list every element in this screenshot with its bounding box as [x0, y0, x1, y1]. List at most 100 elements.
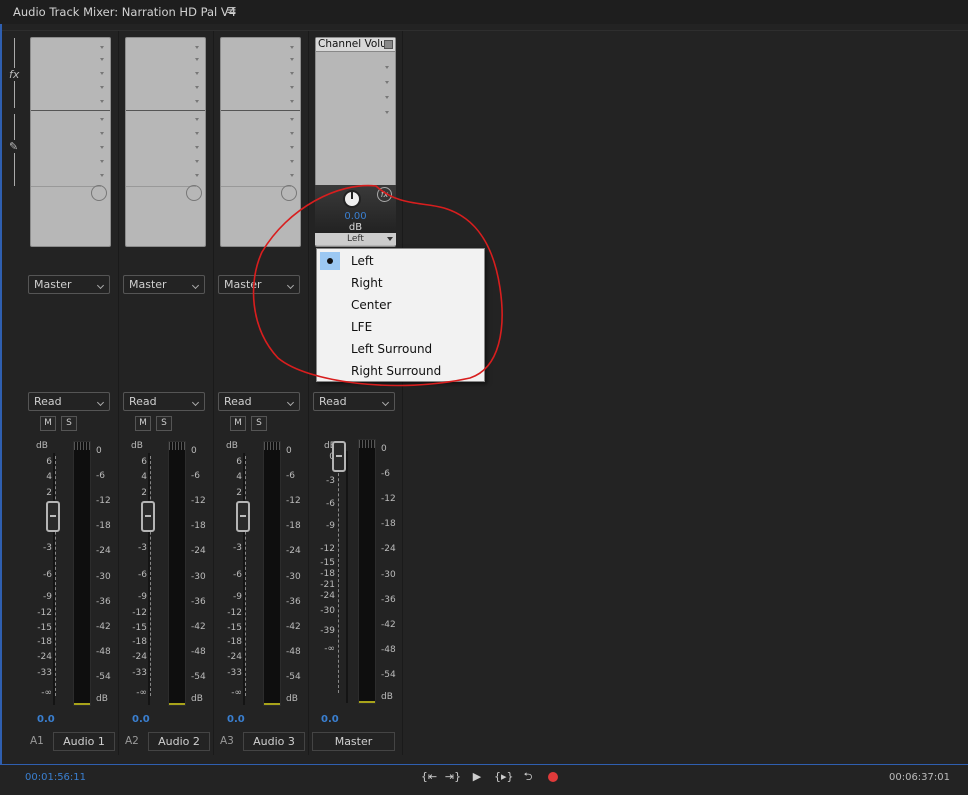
go-to-out-icon[interactable]: ⇥} — [444, 768, 462, 786]
fader-ticks — [338, 453, 342, 693]
meter-scale-label: -36 — [381, 595, 396, 605]
menu-item-right-surround[interactable]: Right Surround — [317, 360, 484, 382]
scale-label: 2 — [46, 488, 52, 498]
automation-dropdown[interactable]: Read — [218, 392, 300, 411]
scale-label: -9 — [43, 592, 52, 602]
send-knob-icon[interactable] — [186, 185, 202, 201]
track-name-label[interactable]: Audio 1 — [53, 732, 115, 751]
meter-scale-label: -48 — [96, 647, 111, 657]
output-dropdown[interactable]: Master — [123, 275, 205, 294]
volume-value[interactable]: 0.0 — [227, 714, 245, 725]
output-dropdown[interactable]: Master — [218, 275, 300, 294]
effects-sends-rack[interactable] — [220, 37, 301, 247]
meter-scale-label: -12 — [96, 496, 111, 506]
meter-scale-label: -24 — [381, 544, 396, 554]
scale-label: 4 — [141, 472, 147, 482]
selected-bullet-icon — [320, 252, 340, 270]
track-name-label[interactable]: Audio 2 — [148, 732, 210, 751]
track-strip: Master Read MSdB 6 4 2 0 -3 -6 -9 -12 -15 -18 -24 -33 -… — [24, 31, 119, 755]
level-meter — [263, 441, 281, 706]
play-in-to-out-icon[interactable]: {▸} — [494, 768, 514, 786]
effects-sends-rack[interactable] — [30, 37, 111, 247]
volume-fader-handle[interactable] — [46, 501, 60, 532]
scale-label: -24 — [320, 591, 335, 601]
scale-header: dB — [226, 441, 238, 451]
pan-channel-dropdown[interactable]: Left — [315, 233, 396, 245]
master-fader-track[interactable] — [346, 451, 348, 703]
panel-focus-border — [0, 24, 2, 764]
scale-label: -15 — [37, 623, 52, 633]
scale-header: dB — [36, 441, 48, 451]
menu-item-lfe[interactable]: LFE — [317, 316, 484, 338]
track-name-label[interactable]: Audio 3 — [243, 732, 305, 751]
automation-dropdown[interactable]: Read — [123, 392, 205, 411]
menu-item-center[interactable]: Center — [317, 294, 484, 316]
master-automation-dropdown[interactable]: Read — [313, 392, 395, 411]
solo-button[interactable]: S — [61, 416, 77, 431]
volume-value[interactable]: 0.0 — [37, 714, 55, 725]
scale-label: -39 — [320, 626, 335, 636]
record-icon[interactable] — [548, 772, 558, 782]
master-level-meter — [358, 439, 376, 704]
track-strip: Master Read MSdB 6 4 2 0 -3 -6 -9 -12 -15 -18 -24 -33 -… — [119, 31, 214, 755]
play-icon[interactable]: ▶ — [468, 768, 486, 786]
meter-scale-label: -30 — [191, 572, 206, 582]
effect-options-button[interactable] — [384, 40, 393, 49]
go-to-in-icon[interactable]: {⇤ — [420, 768, 438, 786]
output-dropdown[interactable]: Master — [28, 275, 110, 294]
automation-dropdown[interactable]: Read — [28, 392, 110, 411]
mute-button[interactable]: M — [40, 416, 56, 431]
mute-button[interactable]: M — [230, 416, 246, 431]
scale-label: -∞ — [324, 644, 335, 654]
master-panner: fx 0.00 dB Left — [315, 185, 396, 245]
send-knob-icon[interactable] — [91, 185, 107, 201]
scale-label: -3 — [326, 476, 335, 486]
meter-scale: 0 -6 -12 -18 -24 -30 -36 -42 -48 -54 dB — [286, 441, 310, 711]
level-meter — [168, 441, 186, 706]
volume-fader-handle[interactable] — [236, 501, 250, 532]
fader-ticks — [245, 456, 249, 696]
fader-track[interactable] — [243, 453, 245, 705]
master-volume-value[interactable]: 0.0 — [321, 714, 339, 725]
pan-value[interactable]: 0.00 — [315, 211, 396, 222]
fx-icon[interactable]: fx — [9, 68, 20, 81]
current-timecode[interactable]: 00:01:56:11 — [25, 772, 86, 783]
meter-scale-label: dB — [381, 692, 393, 702]
volume-value[interactable]: 0.0 — [132, 714, 150, 725]
scale-label: -24 — [37, 652, 52, 662]
loop-icon[interactable]: ⮌ — [519, 768, 537, 786]
fader-track[interactable] — [53, 453, 55, 705]
mute-button[interactable]: M — [135, 416, 151, 431]
master-fader-handle[interactable] — [332, 441, 346, 472]
effects-sends-rack[interactable] — [125, 37, 206, 247]
section-toggle-column: fx ✎ — [8, 36, 22, 186]
solo-button[interactable]: S — [251, 416, 267, 431]
scale-label: -12 — [227, 608, 242, 618]
fader-track[interactable] — [148, 453, 150, 705]
menu-item-left-surround[interactable]: Left Surround — [317, 338, 484, 360]
meter-scale-label: -6 — [96, 471, 105, 481]
menu-item-label: Center — [351, 298, 392, 312]
fx-bypass-icon[interactable]: fx — [377, 187, 392, 202]
scale-label: -21 — [320, 580, 335, 590]
scale-label: 6 — [46, 457, 52, 467]
panel-title[interactable]: Audio Track Mixer: Narration HD Pal V4 — [13, 5, 236, 19]
scale-label: -15 — [132, 623, 147, 633]
meter-scale-label: -36 — [191, 597, 206, 607]
solo-button[interactable]: S — [156, 416, 172, 431]
send-knob-icon[interactable] — [281, 185, 297, 201]
panel-header: Audio Track Mixer: Narration HD Pal V4 ≡ — [0, 0, 968, 24]
scale-label: -12 — [320, 544, 335, 554]
master-name-label: Master — [312, 732, 395, 751]
volume-fader-handle[interactable] — [141, 501, 155, 532]
scale-label: 4 — [46, 472, 52, 482]
automation-pen-icon[interactable]: ✎ — [9, 140, 19, 153]
hamburger-icon[interactable]: ≡ — [226, 3, 237, 18]
scale-label: 6 — [141, 457, 147, 467]
pan-knob[interactable] — [343, 190, 361, 208]
meter-scale-label: 0 — [286, 446, 292, 456]
menu-item-right[interactable]: Right — [317, 272, 484, 294]
scale-label: -15 — [320, 558, 335, 568]
menu-item-left[interactable]: Left — [317, 250, 484, 272]
meter-scale-label: -24 — [286, 546, 301, 556]
